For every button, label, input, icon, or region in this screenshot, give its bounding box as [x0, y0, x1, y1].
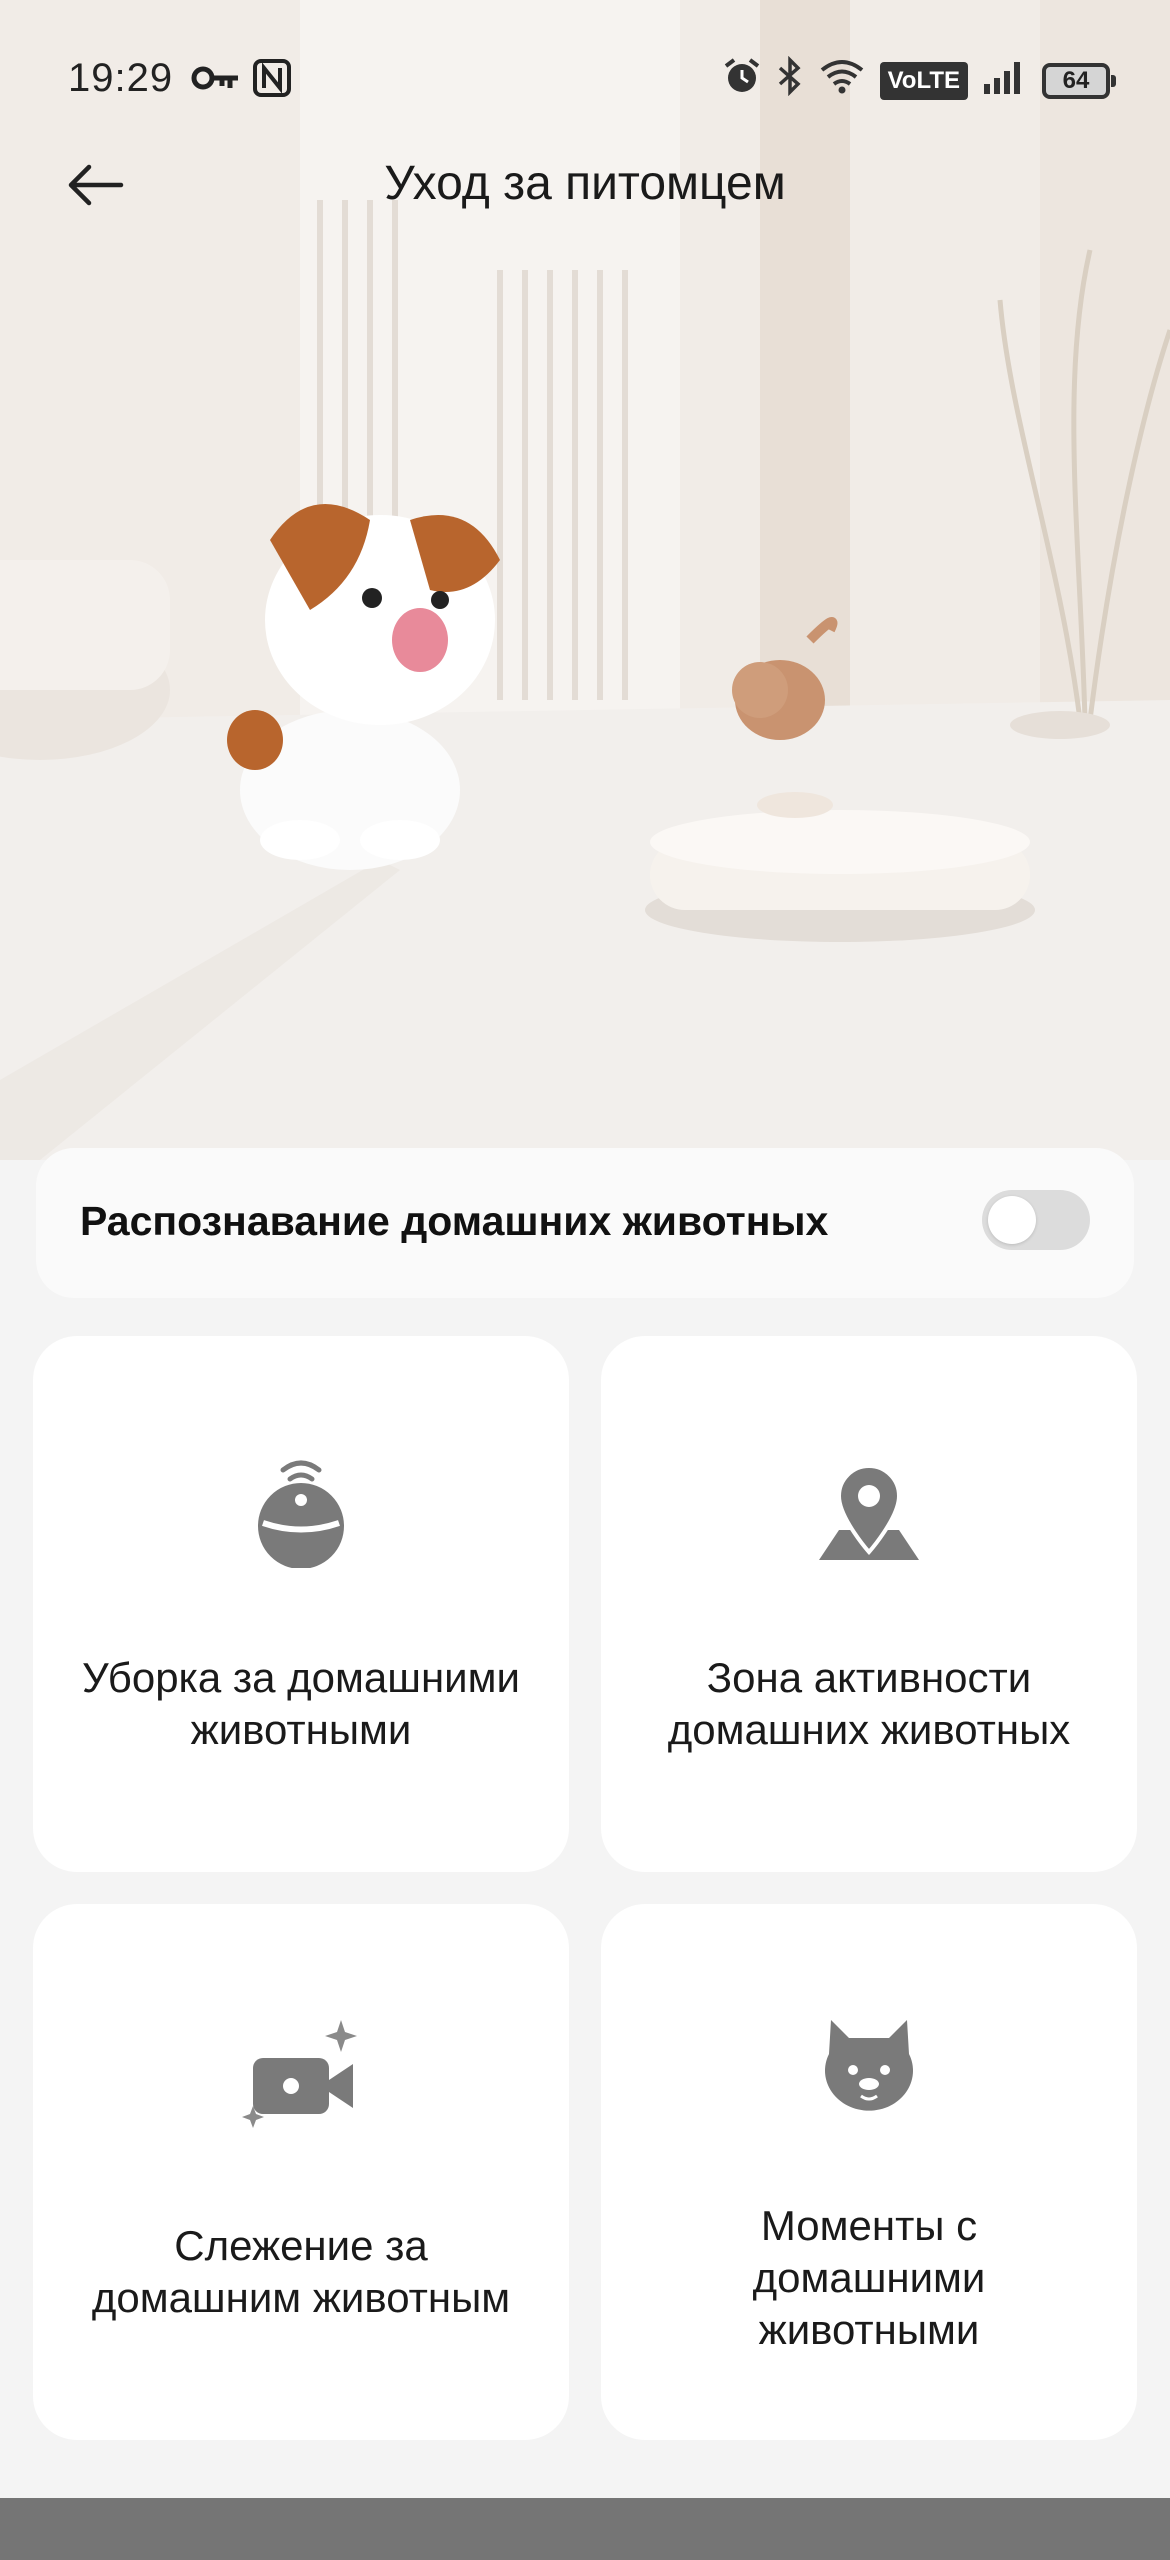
tile-label-line1: Моменты с — [760, 2202, 978, 2249]
tile-label-line2: домашними — [752, 2254, 986, 2301]
bluetooth-icon — [776, 55, 804, 106]
volte-badge: VoLTE — [879, 62, 968, 100]
wifi-icon — [818, 56, 866, 106]
switch-knob — [988, 1196, 1036, 1244]
tile-label-line1: Уборка за домашними — [82, 1654, 520, 1701]
tile-label-line2: домашних животных — [667, 1706, 1071, 1753]
pet-recognition-switch[interactable] — [982, 1190, 1090, 1250]
pet-face-icon — [825, 2020, 913, 2111]
pet-recognition-label: Распознавание домашних животных — [80, 1198, 829, 1244]
tile-label-line3: животными — [758, 2306, 980, 2353]
bottom-bar — [0, 2498, 1170, 2560]
tile-label-line1: Зона активности — [706, 1654, 1032, 1701]
nfc-icon — [252, 58, 292, 108]
signal-icon — [982, 56, 1028, 106]
status-time: 19:29 — [68, 56, 174, 100]
tile-label-line2: домашним животным — [91, 2274, 511, 2321]
alarm-icon — [722, 56, 762, 106]
pet-moments-tile[interactable]: Моменты с домашними животными — [601, 1904, 1137, 2440]
map-pin-icon — [819, 1464, 919, 1560]
app-bar: Уход за питомцем — [0, 140, 1170, 230]
video-camera-icon — [242, 2020, 357, 2128]
pet-care-screen: 19:29 VoLTE 64 Уход за питомцем Распозна… — [0, 0, 1170, 2560]
tile-label-line2: животными — [190, 1706, 412, 1753]
key-icon — [190, 58, 242, 108]
pet-cleanup-tile[interactable]: Уборка за домашними животными — [33, 1336, 569, 1872]
status-bar: 19:29 VoLTE 64 — [0, 40, 1170, 120]
pet-recognition-card: Распознавание домашних животных — [36, 1148, 1134, 1298]
pet-activity-zone-tile[interactable]: Зона активности домашних животных — [601, 1336, 1137, 1872]
page-title: Уход за питомцем — [384, 157, 786, 210]
battery-icon: 64 — [1042, 63, 1116, 99]
pet-tracking-tile[interactable]: Слежение за домашним животным — [33, 1904, 569, 2440]
tile-label-line1: Слежение за — [174, 2222, 428, 2269]
robot-vacuum-icon — [258, 1460, 344, 1568]
